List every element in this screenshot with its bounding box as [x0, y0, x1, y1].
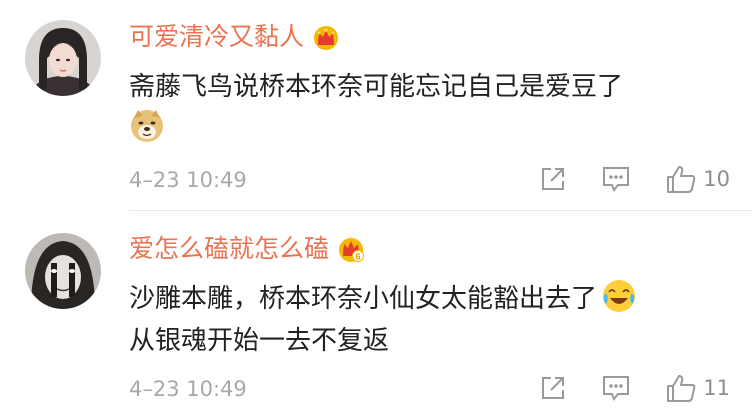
reply-button[interactable]	[601, 374, 631, 402]
share-icon	[539, 374, 567, 402]
share-button[interactable]	[539, 165, 567, 193]
crown-badge-level-6-icon[interactable]: 6	[337, 235, 365, 263]
comment-icon	[601, 374, 631, 402]
comment-item: 爱怎么磕就怎么磕 6 沙雕本雕，桥本环奈小仙女太能豁出去了 从银魂开始一去不复返…	[0, 210, 752, 420]
share-button[interactable]	[539, 374, 567, 402]
username-row: 可爱清冷又黏人	[129, 22, 340, 52]
comment-text-line: 沙雕本雕，桥本环奈小仙女太能豁出去了	[129, 278, 732, 320]
crown-badge-icon[interactable]	[312, 23, 340, 51]
comment-text-line: 斋藤飞鸟说桥本环奈可能忘记自己是爱豆了	[129, 72, 624, 102]
share-icon	[539, 165, 567, 193]
reply-button[interactable]	[601, 165, 631, 193]
comment-text-line: 从银魂开始一去不复返	[129, 326, 390, 356]
comment-text: 斋藤飞鸟说桥本环奈可能忘记自己是爱豆了	[129, 66, 732, 150]
emoji-line	[129, 108, 732, 150]
like-button[interactable]: 10	[665, 164, 730, 194]
comment-item: 可爱清冷又黏人 斋藤飞鸟说桥本环奈可能忘记自己是爱豆了 4–23 10:49 1…	[0, 0, 752, 210]
laughing-crying-emoji-icon	[601, 278, 637, 314]
username[interactable]: 可爱清冷又黏人	[129, 22, 304, 52]
thumbs-up-icon	[665, 164, 697, 194]
avatar[interactable]	[25, 233, 101, 309]
comment-actions: 11	[505, 373, 730, 403]
avatar[interactable]	[25, 20, 101, 96]
thumbs-up-icon	[665, 373, 697, 403]
comment-text: 沙雕本雕，桥本环奈小仙女太能豁出去了 从银魂开始一去不复返	[129, 278, 732, 362]
timestamp: 4–23 10:49	[129, 377, 247, 401]
like-button[interactable]: 11	[665, 373, 730, 403]
username[interactable]: 爱怎么磕就怎么磕	[129, 234, 329, 264]
doge-emoji-icon	[129, 108, 165, 144]
badge-level: 6	[356, 252, 361, 262]
comment-actions: 10	[505, 164, 730, 194]
username-row: 爱怎么磕就怎么磕 6	[129, 234, 365, 264]
timestamp: 4–23 10:49	[129, 168, 247, 192]
like-count: 10	[703, 167, 730, 191]
comment-text-line-1: 沙雕本雕，桥本环奈小仙女太能豁出去了	[129, 284, 598, 314]
like-count: 11	[703, 376, 730, 400]
comment-icon	[601, 165, 631, 193]
